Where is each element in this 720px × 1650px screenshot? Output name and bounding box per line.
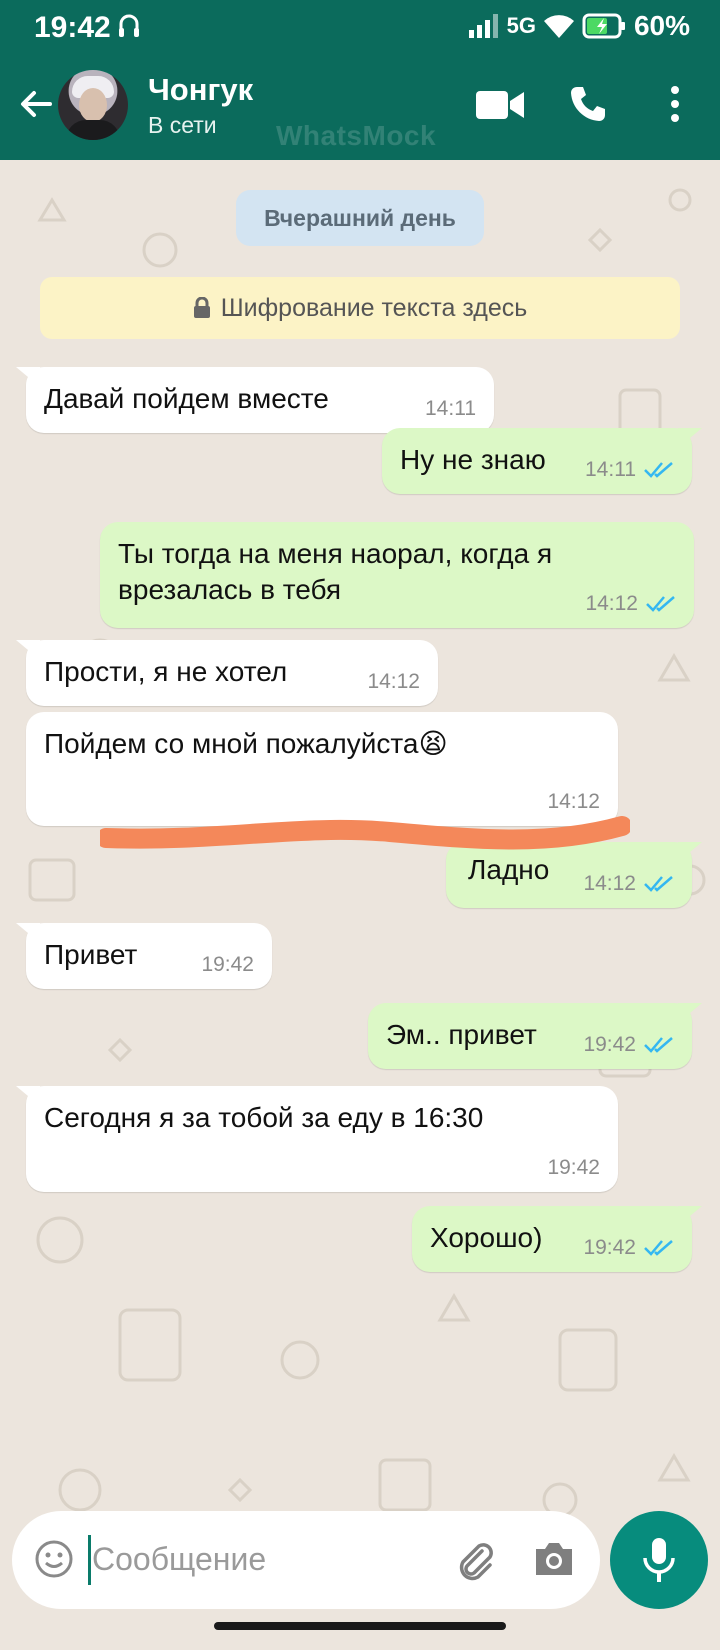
bubble-tail [16,1086,40,1106]
message-time: 19:42 [583,1236,636,1259]
message-time: 14:12 [547,790,600,813]
message-incoming[interactable]: Привет 19:42 [16,923,272,989]
encryption-text: Шифрование текста здесь [220,293,528,322]
chat-area[interactable]: Вчерашний день Шифрование текста здесь Д… [0,160,720,1616]
redaction-scribble [100,816,630,850]
avatar-face [79,88,107,122]
signal-icon [468,14,498,38]
back-arrow-icon[interactable] [16,84,56,124]
message-text: Пойдем со мной пожалуйста [44,728,419,759]
status-right: 5G 60% [468,10,690,42]
message-composer[interactable]: Сообщение [12,1511,600,1609]
message-input[interactable]: Сообщение [92,1541,266,1578]
double-check-icon [644,1037,673,1053]
date-chip: Вчерашний день [236,190,484,246]
network-label: 5G [506,13,536,38]
double-check-icon [644,462,673,478]
bubble-tail [16,923,40,943]
headset-icon [119,14,139,37]
battery-level: 60% [633,10,690,41]
message-text: Сегодня я за тобой за еду в 16:30 [44,1102,484,1133]
watermark: WhatsMock [276,120,437,151]
contact-avatar[interactable] [58,70,128,140]
bubble-tail [678,428,702,448]
chat-header: Чонгук В сети WhatsMock [0,56,720,160]
wifi-icon [543,15,574,38]
voice-message-button[interactable] [610,1511,708,1609]
message-outgoing[interactable]: Эм.. привет 19:42 [368,1003,702,1069]
lock-icon [193,297,210,318]
message-text: Давай пойдем вместе [44,383,329,414]
bubble-tail [678,1206,702,1226]
message-incoming[interactable]: Давай пойдем вместе 14:11 [16,367,494,433]
message-time: 19:42 [201,953,254,976]
double-check-icon [644,1240,673,1256]
status-bar: 19:42 5G 60% [0,0,720,56]
contact-status: В сети [148,112,217,138]
bubble-tail [16,640,40,660]
message-incoming[interactable]: Прости, я не хотел 14:12 [16,640,438,706]
message-time: 19:42 [583,1033,636,1056]
message-text: Прости, я не хотел [44,656,288,687]
emoji-icon[interactable] [34,1539,74,1579]
battery-icon [582,13,625,39]
message-text: Ты тогда на меня наорал, когда я врезала… [118,538,553,605]
message-text-row: Пойдем со мной пожалуйста😫 [44,726,448,762]
attach-icon[interactable] [452,1537,496,1581]
message-time: 14:11 [585,458,636,481]
home-indicator[interactable] [214,1622,506,1630]
text-cursor [88,1535,91,1585]
double-check-icon [644,876,673,892]
video-call-icon[interactable] [476,88,524,122]
more-vert-icon[interactable] [662,84,688,124]
message-text: Эм.. привет [386,1019,537,1050]
encryption-banner[interactable]: Шифрование текста здесь [40,277,680,339]
message-time: 14:12 [583,872,636,895]
tired-face-emoji: 😫 [418,728,448,759]
message-text: Хорошо) [430,1222,543,1253]
message-time: 14:12 [585,592,638,615]
bubble-tail [678,842,702,862]
message-time: 19:42 [547,1156,600,1179]
message-outgoing[interactable]: Ну не знаю 14:11 [382,428,702,494]
message-outgoing[interactable]: Ты тогда на меня наорал, когда я врезала… [100,522,694,628]
status-time: 19:42 [34,11,111,44]
message-incoming[interactable]: Сегодня я за тобой за еду в 16:30 19:42 [16,1086,618,1192]
bubble-tail [16,367,40,387]
message-incoming[interactable]: Пойдем со мной пожалуйста😫 14:12 [26,712,618,826]
camera-icon[interactable] [532,1539,576,1579]
message-time: 14:12 [367,670,420,693]
contact-name[interactable]: Чонгук [148,72,253,108]
message-text: Привет [44,939,138,970]
gesture-bar-area [0,1616,720,1650]
message-time: 14:11 [425,397,476,420]
avatar-body [66,120,120,140]
bubble-tail [678,1003,702,1023]
message-outgoing[interactable]: Хорошо) 19:42 [412,1206,702,1272]
message-text: Ладно [468,854,550,885]
mic-icon [643,1538,675,1582]
double-check-icon [646,596,675,612]
message-text: Ну не знаю [400,444,546,475]
phone-icon[interactable] [568,84,608,124]
